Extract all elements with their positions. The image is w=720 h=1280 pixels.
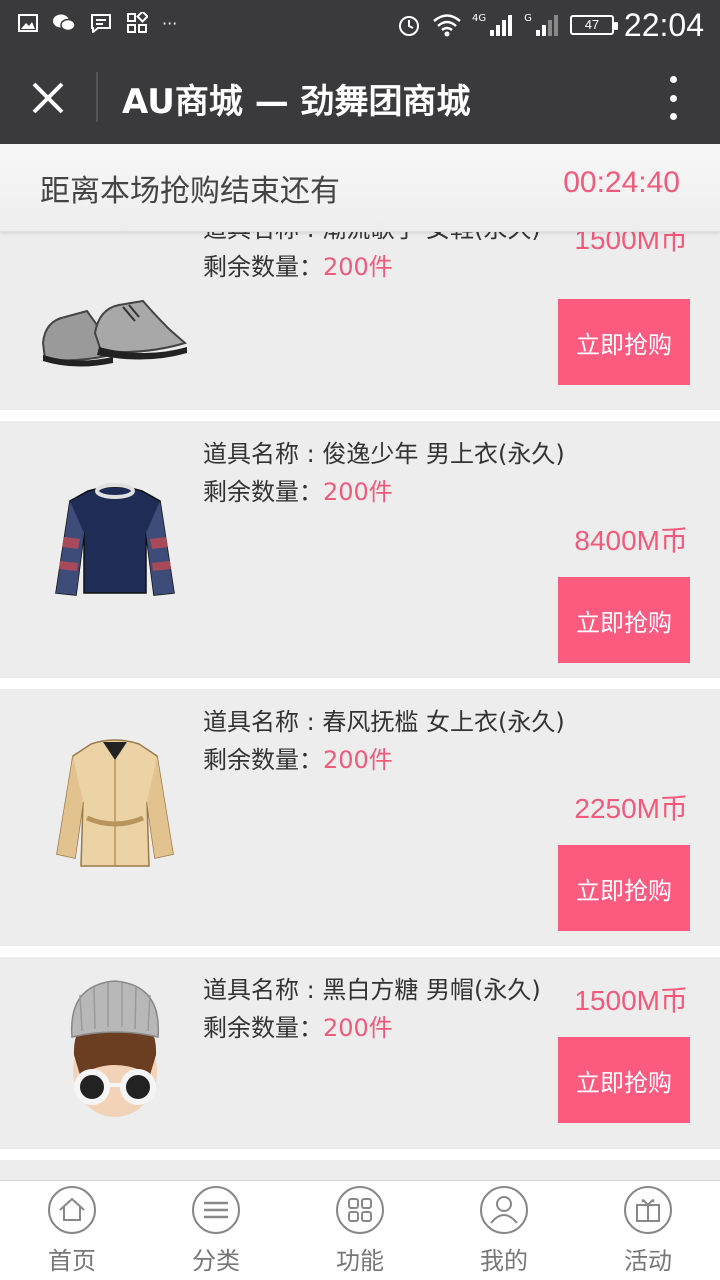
wifi-icon <box>433 14 461 37</box>
product-name-row: 道具名称 : 潮流歌手 女鞋(永久) <box>203 232 541 248</box>
grid-icon <box>336 1186 384 1234</box>
message-icon <box>91 14 111 33</box>
qty-label: 剩余数量： <box>203 1014 323 1042</box>
product-qty: 200件 <box>323 253 393 281</box>
product-info: 道具名称 : 潮流歌手 女鞋(永久) 剩余数量：200件 <box>203 232 541 286</box>
product-card: 道具名称 : 春风抚槛 女上衣(永久) 剩余数量：200件 2250M币 立即抢… <box>0 689 720 946</box>
wechat-icon <box>53 14 76 32</box>
network-label-2: G <box>524 12 532 24</box>
battery-indicator: 47 <box>569 15 618 35</box>
product-qty-row: 剩余数量：200件 <box>203 1009 541 1047</box>
product-name: 春风抚槛 女上衣(永久) <box>322 708 565 736</box>
tab-label: 分类 <box>192 1247 240 1275</box>
product-name-row: 道具名称 : 俊逸少年 男上衣(永久) <box>203 435 565 473</box>
product-qty-row: 剩余数量：200件 <box>203 741 565 779</box>
name-label: 道具名称 : <box>203 976 323 1004</box>
more-dot <box>669 94 677 102</box>
nav-bar: AU商城 — 劲舞团商城 <box>0 50 720 144</box>
product-image-hat <box>30 975 200 1125</box>
product-image-coat <box>30 729 200 879</box>
product-info: 道具名称 : 春风抚槛 女上衣(永久) 剩余数量：200件 <box>203 703 565 779</box>
more-vertical-icon <box>669 76 677 83</box>
more-button[interactable] <box>666 76 680 120</box>
more-notifications: ··· <box>162 13 178 33</box>
close-icon <box>32 82 64 114</box>
status-bar: ··· 4G G 47 22:04 <box>0 0 720 50</box>
product-price: 8400M币 <box>574 525 688 556</box>
category-icon <box>192 1186 240 1234</box>
tab-home[interactable]: 首页 <box>0 1181 144 1280</box>
alarm-icon <box>399 16 420 36</box>
product-list[interactable]: 道具名称 : 潮流歌手 女鞋(永久) 剩余数量：200件 1500M币 立即抢购… <box>0 232 720 1180</box>
tab-events[interactable]: 活动 <box>576 1181 720 1280</box>
buy-now-button[interactable]: 立即抢购 <box>558 1037 690 1123</box>
product-qty-row: 剩余数量：200件 <box>203 248 541 286</box>
image-icon <box>18 14 38 32</box>
qty-label: 剩余数量： <box>203 253 323 281</box>
product-name: 俊逸少年 男上衣(永久) <box>322 440 565 468</box>
product-card: 道具名称 : 潮流歌手 女鞋(永久) 剩余数量：200件 1500M币 立即抢购 <box>0 232 720 410</box>
nav-divider <box>96 72 98 122</box>
signal-icon <box>490 15 513 36</box>
product-card: 道具名称 : 俊逸少年 男上衣(永久) 剩余数量：200件 8400M币 立即抢… <box>0 421 720 678</box>
buy-now-button[interactable]: 立即抢购 <box>558 577 690 663</box>
bottom-tab-bar: 首页 分类 功能 我的 活动 <box>0 1180 720 1280</box>
tab-profile[interactable]: 我的 <box>432 1181 576 1280</box>
tab-features[interactable]: 功能 <box>288 1181 432 1280</box>
product-qty: 200件 <box>323 478 393 506</box>
name-label: 道具名称 : <box>203 232 322 243</box>
tab-label: 我的 <box>480 1247 528 1275</box>
qty-label: 剩余数量： <box>203 478 323 506</box>
product-qty-row: 剩余数量：200件 <box>203 473 565 511</box>
product-info: 道具名称 : 俊逸少年 男上衣(永久) 剩余数量：200件 <box>203 435 565 511</box>
product-info: 道具名称 : 黑白方糖 男帽(永久) 剩余数量：200件 <box>203 971 541 1047</box>
countdown-label: 距离本场抢购结束还有 <box>40 174 340 209</box>
tab-label: 活动 <box>624 1247 672 1275</box>
countdown-banner: 距离本场抢购结束还有 00:24:40 <box>0 144 720 232</box>
tab-label: 功能 <box>336 1247 384 1275</box>
buy-now-button[interactable]: 立即抢购 <box>558 845 690 931</box>
product-qty: 200件 <box>323 1014 393 1042</box>
close-button[interactable] <box>22 72 74 124</box>
product-card-partial <box>0 1160 720 1180</box>
product-price: 1500M币 <box>574 232 688 255</box>
tab-label: 首页 <box>48 1247 96 1275</box>
clock: 22:04 <box>623 6 704 43</box>
apps-icon <box>127 12 148 33</box>
product-price: 2250M币 <box>574 793 688 824</box>
countdown-timer: 00:24:40 <box>563 166 680 199</box>
page-title: AU商城 — 劲舞团商城 <box>122 82 471 122</box>
product-name: 黑白方糖 男帽(永久) <box>322 976 541 1004</box>
signal-icon-2 <box>535 15 558 36</box>
buy-now-button[interactable]: 立即抢购 <box>558 299 690 385</box>
product-image-shoes <box>30 256 200 406</box>
home-icon <box>48 1186 96 1234</box>
product-name-row: 道具名称 : 春风抚槛 女上衣(永久) <box>203 703 565 741</box>
product-name: 潮流歌手 女鞋(永久) <box>322 232 540 243</box>
product-qty: 200件 <box>323 746 393 774</box>
product-name-row: 道具名称 : 黑白方糖 男帽(永久) <box>203 971 541 1009</box>
network-label-1: 4G <box>472 12 487 24</box>
product-card: 道具名称 : 黑白方糖 男帽(永久) 剩余数量：200件 1500M币 立即抢购 <box>0 957 720 1149</box>
user-icon <box>480 1186 528 1234</box>
notification-icons: ··· <box>18 12 177 34</box>
qty-label: 剩余数量： <box>203 746 323 774</box>
name-label: 道具名称 : <box>203 440 323 468</box>
more-dot <box>669 113 677 120</box>
product-image-sweater <box>30 467 200 617</box>
product-price: 1500M币 <box>574 985 688 1016</box>
gift-icon <box>624 1186 672 1234</box>
tab-category[interactable]: 分类 <box>144 1181 288 1280</box>
name-label: 道具名称 : <box>203 708 323 736</box>
